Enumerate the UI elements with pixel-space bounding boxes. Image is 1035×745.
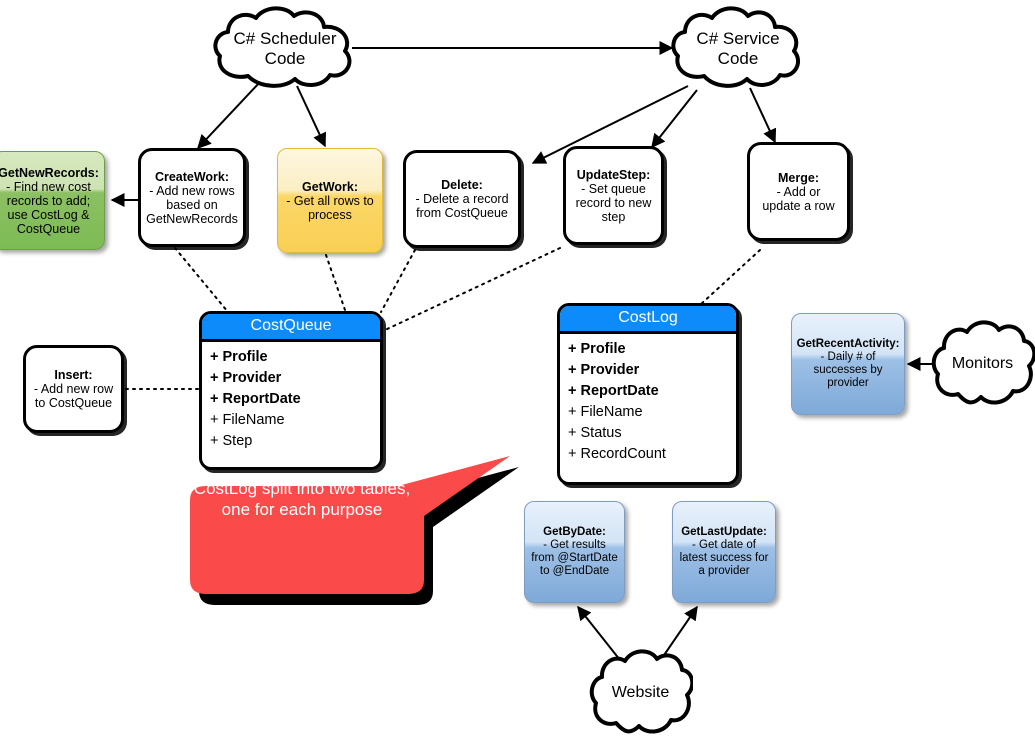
table-row: + RecordCount xyxy=(568,446,666,463)
proc-getlastupdate-body: - Get date of latest success for a provi… xyxy=(679,539,769,577)
edge-merge-costlog xyxy=(699,249,761,306)
proc-creatework[interactable]: CreateWork: - Add new rows based on GetN… xyxy=(138,148,246,247)
edge-service-to-updatestep xyxy=(651,89,698,149)
proc-updatestep-body: - Set queue record to new step xyxy=(575,181,652,224)
edge-getwork-costqueue xyxy=(325,254,346,311)
proc-getwork-body: - Get all rows to process xyxy=(286,193,374,222)
table-costlog[interactable]: CostLog + Profile + Provider + ReportDat… xyxy=(557,303,739,485)
proc-delete-body: - Delete a record from CostQueue xyxy=(415,192,509,220)
cloud-monitors-label: Monitors xyxy=(951,354,1014,372)
edge-scheduler-to-getwork xyxy=(296,85,327,148)
proc-creatework-body: - Add new rows based on GetNewRecords xyxy=(146,183,238,226)
proc-merge-body: - Add or update a row xyxy=(762,184,835,213)
proc-delete[interactable]: Delete: - Delete a record from CostQueue xyxy=(403,150,521,248)
proc-getwork-title: GetWork: xyxy=(301,179,359,194)
proc-insert-title: Insert: xyxy=(54,368,93,382)
table-row: + Provider xyxy=(568,362,640,379)
proc-updatestep[interactable]: UpdateStep: - Set queue record to new st… xyxy=(563,146,664,245)
proc-getrecentactivity[interactable]: GetRecentActivity: - Daily # of successe… xyxy=(791,313,905,415)
proc-getbydate-title: GetByDate: xyxy=(543,526,606,539)
table-costqueue-header: CostQueue xyxy=(202,314,380,342)
proc-getrecentactivity-title: GetRecentActivity: xyxy=(796,338,900,351)
cloud-service-label: C# Service Code xyxy=(696,29,780,68)
callout-shape xyxy=(190,456,519,605)
cloud-service[interactable]: C# Service Code xyxy=(668,6,808,91)
proc-getbydate[interactable]: GetByDate: - Get results from @StartDate… xyxy=(524,501,625,603)
cloud-website[interactable]: Website xyxy=(588,647,695,739)
proc-getnewrecords[interactable]: GetNewRecords: - Find new cost records t… xyxy=(0,151,105,250)
edge-creatework-costqueue xyxy=(174,247,229,313)
table-row: + Status xyxy=(568,425,622,442)
edge-delete-costqueue xyxy=(380,249,416,313)
table-row: + ReportDate xyxy=(210,391,301,408)
proc-getnewrecords-body: - Find new cost records to add; use Cost… xyxy=(6,179,91,236)
cloud-monitors[interactable]: Monitors xyxy=(930,318,1035,410)
callout-text: CostLog split into two tables, one for e… xyxy=(193,479,411,520)
cloud-scheduler-label: C# Scheduler Code xyxy=(233,29,337,68)
table-row: + FileName xyxy=(210,412,285,429)
edge-scheduler-to-creatework xyxy=(197,81,261,150)
table-row: + ReportDate xyxy=(568,383,659,400)
proc-creatework-title: CreateWork: xyxy=(154,169,230,184)
proc-getlastupdate-title: GetLastUpdate: xyxy=(681,526,767,539)
proc-delete-title: Delete: xyxy=(441,178,483,192)
table-costqueue-fields: + Profile + Provider + ReportDate + File… xyxy=(202,342,380,458)
proc-getnewrecords-title: GetNewRecords: xyxy=(0,165,99,180)
proc-updatestep-title: UpdateStep: xyxy=(576,167,651,182)
table-row: + FileName xyxy=(568,404,643,421)
proc-getlastupdate[interactable]: GetLastUpdate: - Get date of latest succ… xyxy=(672,501,776,603)
cloud-scheduler[interactable]: C# Scheduler Code xyxy=(210,6,360,91)
edge-service-to-merge xyxy=(749,87,777,144)
diagram-canvas: C# Scheduler Code C# Service Code Monitors… xyxy=(0,0,1035,745)
proc-merge[interactable]: Merge: - Add or update a row xyxy=(747,142,850,241)
table-row: + Step xyxy=(210,433,253,450)
table-row: + Provider xyxy=(210,370,282,387)
cloud-website-label: Website xyxy=(611,683,670,701)
proc-merge-title: Merge: xyxy=(778,170,819,185)
table-costlog-header: CostLog xyxy=(560,306,736,334)
table-row: + Profile xyxy=(210,349,268,365)
proc-getbydate-body: - Get results from @StartDate to @EndDat… xyxy=(531,539,618,577)
proc-getwork[interactable]: GetWork: - Get all rows to process xyxy=(277,148,383,253)
callout-costlog-split[interactable]: CostLog split into two tables, one for e… xyxy=(172,452,520,608)
proc-getrecentactivity-body: - Daily # of successes by provider xyxy=(813,351,883,389)
proc-insert-body: - Add new row to CostQueue xyxy=(33,382,114,410)
edge-updatestep-costqueue xyxy=(384,247,561,331)
table-costqueue[interactable]: CostQueue + Profile + Provider + ReportD… xyxy=(199,311,383,470)
table-costlog-fields: + Profile + Provider + ReportDate + File… xyxy=(560,334,736,471)
proc-insert[interactable]: Insert: - Add new row to CostQueue xyxy=(23,345,124,433)
table-row: + Profile xyxy=(568,341,626,357)
